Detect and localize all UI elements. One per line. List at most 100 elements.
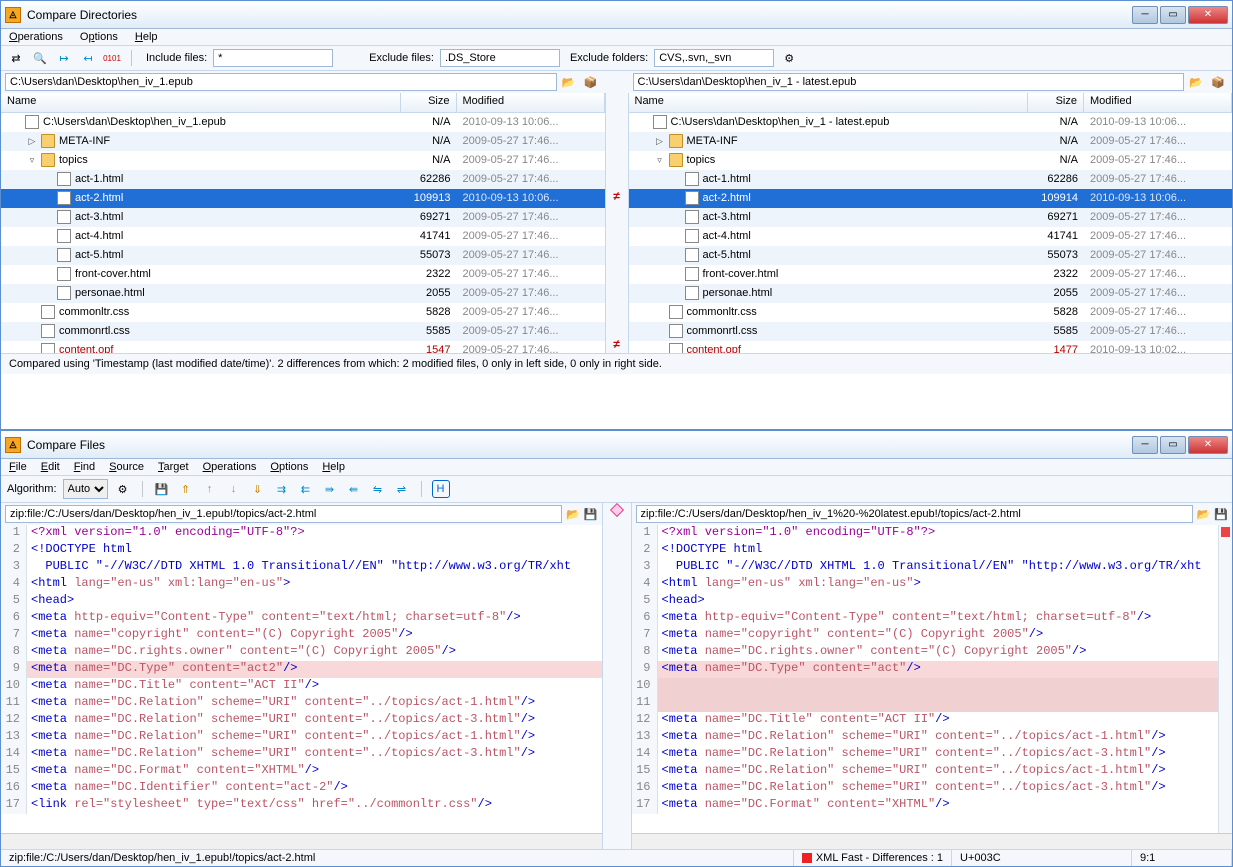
file-row[interactable]: personae.html 2055 2009-05-27 17:46... xyxy=(629,284,1233,303)
col-modified[interactable]: Modified xyxy=(1084,93,1232,112)
code-line[interactable]: 9<meta name="DC.Type" content="act2"/> xyxy=(1,661,602,678)
browse-icon[interactable]: 📂 xyxy=(1197,508,1211,521)
titlebar[interactable]: ◬ Compare Directories ─ ▭ ✕ xyxy=(1,1,1232,29)
binary-icon[interactable]: 0101 xyxy=(103,49,121,67)
file-row[interactable]: act-2.html 109913 2010-09-13 10:06... xyxy=(1,189,605,208)
close-button[interactable]: ✕ xyxy=(1188,436,1228,454)
code-line[interactable]: 7<meta name="copyright" content="(C) Cop… xyxy=(1,627,602,644)
left-file-path[interactable] xyxy=(5,505,562,523)
copy-all-right-icon[interactable]: ⇛ xyxy=(321,480,339,498)
code-line[interactable]: 5<head> xyxy=(632,593,1219,610)
code-line[interactable]: 16<meta name="DC.Relation" scheme="URI" … xyxy=(632,780,1219,797)
file-row[interactable]: ▿ topics N/A 2009-05-27 17:46... xyxy=(1,151,605,170)
gear-icon[interactable]: ⚙ xyxy=(114,480,132,498)
copy-right-icon[interactable]: ↦ xyxy=(55,49,73,67)
tree-toggle-icon[interactable]: ▷ xyxy=(655,136,665,147)
copy-left-icon[interactable]: ⇇ xyxy=(297,480,315,498)
compare-icon[interactable]: ⇄ xyxy=(7,49,25,67)
code-line[interactable]: 8<meta name="DC.rights.owner" content="(… xyxy=(632,644,1219,661)
code-line[interactable]: 14<meta name="DC.Relation" scheme="URI" … xyxy=(1,746,602,763)
prev-diff-icon[interactable]: ↑ xyxy=(201,480,219,498)
tree-toggle-icon[interactable]: ▿ xyxy=(27,155,37,166)
code-line[interactable]: 16<meta name="DC.Identifier" content="ac… xyxy=(1,780,602,797)
menu-operations[interactable]: Operations xyxy=(9,31,63,43)
close-button[interactable]: ✕ xyxy=(1188,6,1228,24)
col-modified[interactable]: Modified xyxy=(457,93,605,112)
left-path-input[interactable] xyxy=(5,73,557,91)
horizontal-scrollbar[interactable] xyxy=(632,833,1233,849)
file-row[interactable]: ▿ topics N/A 2009-05-27 17:46... xyxy=(629,151,1233,170)
code-line[interactable]: 1<?xml version="1.0" encoding="UTF-8"?> xyxy=(1,525,602,542)
file-row[interactable]: act-1.html 62286 2009-05-27 17:46... xyxy=(629,170,1233,189)
col-name[interactable]: Name xyxy=(629,93,1029,112)
tree-toggle-icon[interactable]: ▿ xyxy=(655,155,665,166)
code-line[interactable]: 10<meta name="DC.Title" content="ACT II"… xyxy=(1,678,602,695)
code-line[interactable]: 13<meta name="DC.Relation" scheme="URI" … xyxy=(1,729,602,746)
menu-options[interactable]: Options xyxy=(80,31,118,43)
code-line[interactable]: 5<head> xyxy=(1,593,602,610)
refresh-icon[interactable]: 🔍 xyxy=(31,49,49,67)
code-line[interactable]: 1<?xml version="1.0" encoding="UTF-8"?> xyxy=(632,525,1219,542)
file-row[interactable]: ▷ META-INF N/A 2009-05-27 17:46... xyxy=(1,132,605,151)
merge-all-icon[interactable]: ⇌ xyxy=(393,480,411,498)
col-size[interactable]: Size xyxy=(401,93,457,112)
code-line[interactable]: 6<meta http-equiv="Content-Type" content… xyxy=(1,610,602,627)
menu-edit[interactable]: Edit xyxy=(41,461,60,473)
file-row[interactable]: front-cover.html 2322 2009-05-27 17:46..… xyxy=(629,265,1233,284)
file-row[interactable]: personae.html 2055 2009-05-27 17:46... xyxy=(1,284,605,303)
maximize-button[interactable]: ▭ xyxy=(1160,436,1186,454)
copy-right-icon[interactable]: ⇉ xyxy=(273,480,291,498)
file-row[interactable]: act-4.html 41741 2009-05-27 17:46... xyxy=(629,227,1233,246)
diff-overview-strip[interactable] xyxy=(1218,525,1232,833)
file-row[interactable]: act-3.html 69271 2009-05-27 17:46... xyxy=(629,208,1233,227)
minimize-button[interactable]: ─ xyxy=(1132,6,1158,24)
file-row[interactable]: ▷ META-INF N/A 2009-05-27 17:46... xyxy=(629,132,1233,151)
file-row[interactable]: act-4.html 41741 2009-05-27 17:46... xyxy=(1,227,605,246)
file-row[interactable]: C:\Users\dan\Desktop\hen_iv_1 - latest.e… xyxy=(629,113,1233,132)
code-line[interactable]: 2<!DOCTYPE html xyxy=(632,542,1219,559)
file-row[interactable]: commonrtl.css 5585 2009-05-27 17:46... xyxy=(629,322,1233,341)
browse-archive-icon[interactable]: 📦 xyxy=(581,73,601,91)
help-icon[interactable]: H xyxy=(432,480,450,498)
exclude-folders-input[interactable] xyxy=(654,49,774,67)
right-tree[interactable]: Name Size Modified C:\Users\dan\Desktop\… xyxy=(629,93,1233,353)
file-row[interactable]: C:\Users\dan\Desktop\hen_iv_1.epub N/A 2… xyxy=(1,113,605,132)
left-code[interactable]: 1<?xml version="1.0" encoding="UTF-8"?>2… xyxy=(1,525,602,833)
copy-all-left-icon[interactable]: ⇚ xyxy=(345,480,363,498)
copy-left-icon[interactable]: ↤ xyxy=(79,49,97,67)
menu-options[interactable]: Options xyxy=(270,461,308,473)
titlebar[interactable]: ◬ Compare Files ─ ▭ ✕ xyxy=(1,431,1232,459)
menu-operations[interactable]: Operations xyxy=(203,461,257,473)
gear-icon[interactable]: ⚙ xyxy=(780,49,798,67)
file-row[interactable]: front-cover.html 2322 2009-05-27 17:46..… xyxy=(1,265,605,284)
file-row[interactable]: act-1.html 62286 2009-05-27 17:46... xyxy=(1,170,605,189)
save-icon[interactable]: 💾 xyxy=(1214,508,1228,521)
file-row[interactable]: commonrtl.css 5585 2009-05-27 17:46... xyxy=(1,322,605,341)
tree-toggle-icon[interactable]: ▷ xyxy=(27,136,37,147)
menu-help[interactable]: Help xyxy=(135,31,158,43)
code-line[interactable]: 4<html lang="en-us" xml:lang="en-us"> xyxy=(632,576,1219,593)
col-size[interactable]: Size xyxy=(1028,93,1084,112)
save-icon[interactable]: 💾 xyxy=(584,508,598,521)
right-file-path[interactable] xyxy=(636,505,1193,523)
browse-icon[interactable]: 📂 xyxy=(566,508,580,521)
merge-icon[interactable]: ⇋ xyxy=(369,480,387,498)
file-row[interactable]: act-3.html 69271 2009-05-27 17:46... xyxy=(1,208,605,227)
menu-find[interactable]: Find xyxy=(74,461,95,473)
menu-source[interactable]: Source xyxy=(109,461,144,473)
horizontal-scrollbar[interactable] xyxy=(1,833,602,849)
code-line[interactable]: 4<html lang="en-us" xml:lang="en-us"> xyxy=(1,576,602,593)
file-row[interactable]: content.opf 1547 2009-05-27 17:46... xyxy=(1,341,605,353)
next-diff-icon[interactable]: ↓ xyxy=(225,480,243,498)
code-line[interactable]: 13<meta name="DC.Relation" scheme="URI" … xyxy=(632,729,1219,746)
col-name[interactable]: Name xyxy=(1,93,401,112)
code-line[interactable]: 11 xyxy=(632,695,1219,712)
menu-file[interactable]: File xyxy=(9,461,27,473)
code-line[interactable]: 8<meta name="DC.rights.owner" content="(… xyxy=(1,644,602,661)
file-row[interactable]: commonltr.css 5828 2009-05-27 17:46... xyxy=(629,303,1233,322)
last-diff-icon[interactable]: ⇓ xyxy=(249,480,267,498)
code-line[interactable]: 7<meta name="copyright" content="(C) Cop… xyxy=(632,627,1219,644)
algorithm-select[interactable]: Auto xyxy=(63,479,108,499)
right-path-input[interactable] xyxy=(633,73,1185,91)
code-line[interactable]: 14<meta name="DC.Relation" scheme="URI" … xyxy=(632,746,1219,763)
